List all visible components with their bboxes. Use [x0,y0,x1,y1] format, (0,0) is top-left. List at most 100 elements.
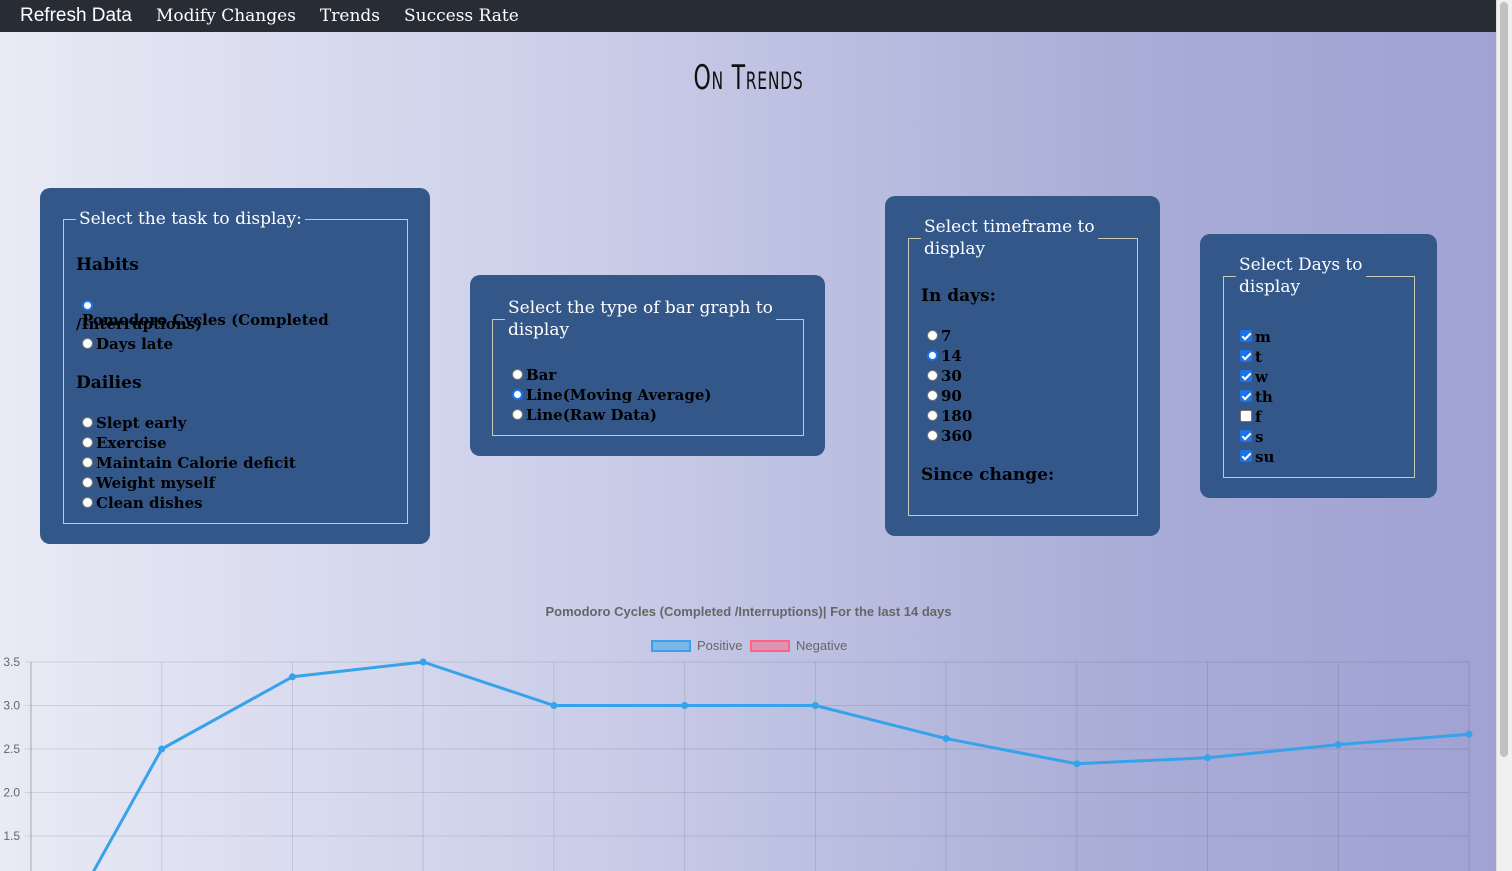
graph-option-raw-data[interactable]: Line(Raw Data) [512,406,657,424]
timeframe-label: 180 [941,407,973,425]
y-tick-label: 3.0 [3,699,20,713]
timeframe-option[interactable]: 90 [927,387,962,405]
line-chart: 3.5 3.0 2.5 2.0 1.5 [3,655,1473,871]
radio-360[interactable] [927,430,938,441]
day-label: m [1255,328,1271,346]
radio-14[interactable] [927,350,938,361]
day-label: f [1255,408,1262,426]
day-option-t[interactable]: t [1240,348,1262,366]
y-tick-label: 2.0 [3,786,20,800]
graph-option-label: Bar [526,366,557,384]
daily-label: Clean dishes [96,494,203,512]
data-point[interactable] [811,702,819,709]
radio-days-late[interactable] [82,338,93,349]
daily-option[interactable]: Slept early [82,414,186,432]
scrollbar-thumb[interactable] [1500,2,1508,757]
checkbox-f[interactable] [1240,410,1252,422]
days-card: Select Days to display m t w th f s su [1200,234,1437,498]
timeframe-option[interactable]: 14 [927,347,962,365]
nav-trends[interactable]: Trends [320,6,380,26]
radio-180[interactable] [927,410,938,421]
radio-raw-data[interactable] [512,409,523,420]
radio-exercise[interactable] [82,437,93,448]
radio-7[interactable] [927,330,938,341]
data-point[interactable] [942,735,950,743]
y-tick-label: 1.5 [3,829,20,843]
radio-90[interactable] [927,390,938,401]
timeframe-legend: Select timeframe to display [924,217,1095,259]
daily-option[interactable]: Clean dishes [82,494,203,512]
habits-title: Habits [76,255,139,275]
y-tick-label: 2.5 [3,742,20,756]
checkbox-m[interactable] [1240,330,1252,342]
since-change-title: Since change: [921,465,1055,485]
data-point[interactable] [1465,730,1473,738]
nav-refresh-data[interactable]: Refresh Data [20,5,132,27]
timeframe-option[interactable]: 7 [927,327,951,345]
days-legend: Select Days to display [1239,255,1363,297]
timeframe-label: 90 [941,387,962,405]
dailies-title: Dailies [76,373,142,393]
data-point[interactable] [1073,760,1081,768]
timeframe-label: 30 [941,367,962,385]
task-select-card: Select the task to display: Habits Pomod… [40,188,430,544]
radio-clean-dishes[interactable] [82,497,93,508]
graph-type-legend: Select the type of bar graph to display [508,298,773,340]
page-title: On Trends [693,58,804,98]
day-label: w [1255,368,1268,386]
timeframe-label: 360 [941,427,973,445]
scrollbar[interactable] [1496,0,1512,871]
radio-bar[interactable] [512,369,523,380]
radio-30[interactable] [927,370,938,381]
radio-weight-myself[interactable] [82,477,93,488]
daily-option[interactable]: Weight myself [82,474,215,492]
timeframe-option[interactable]: 180 [927,407,972,425]
habit-label-days-late: Days late [96,335,173,353]
day-option-m[interactable]: m [1240,328,1271,346]
radio-moving-average[interactable] [512,389,523,400]
timeframe-option[interactable]: 360 [927,427,972,445]
data-point[interactable] [550,702,558,709]
daily-label: Weight myself [96,474,216,492]
daily-option[interactable]: Exercise [82,434,167,452]
chart-title: Pomodoro Cycles (Completed /Interruption… [545,604,952,619]
in-days-title: In days: [921,286,996,306]
daily-option[interactable]: Maintain Calorie deficit [82,454,296,472]
radio-slept-early[interactable] [82,417,93,428]
data-point[interactable] [158,745,166,753]
y-tick-label: 3.5 [3,655,20,669]
checkbox-su[interactable] [1240,450,1252,462]
nav-modify-changes[interactable]: Modify Changes [156,6,296,26]
graph-option-moving-average[interactable]: Line(Moving Average) [512,386,711,404]
data-point[interactable] [1334,741,1342,749]
daily-label: Exercise [96,434,167,452]
day-label: s [1255,428,1264,446]
graph-option-label: Line(Moving Average) [526,386,712,404]
checkbox-s[interactable] [1240,430,1252,442]
data-point[interactable] [419,658,427,666]
data-point[interactable] [1204,754,1212,762]
timeframe-option[interactable]: 30 [927,367,962,385]
checkbox-th[interactable] [1240,390,1252,402]
data-point[interactable] [288,673,296,681]
timeframe-label: 7 [941,327,952,345]
checkbox-t[interactable] [1240,350,1252,362]
checkbox-w[interactable] [1240,370,1252,382]
graph-option-label: Line(Raw Data) [526,406,657,424]
day-option-su[interactable]: su [1240,448,1274,466]
data-point[interactable] [681,702,689,709]
graph-option-bar[interactable]: Bar [512,366,556,384]
day-option-th[interactable]: th [1240,388,1273,406]
habit-label-pomodoro-line2: /Interruptions) [76,315,203,333]
habit-option-days-late[interactable]: Days late [82,335,173,353]
timeframe-label: 14 [941,347,962,365]
radio-calorie-deficit[interactable] [82,457,93,468]
day-option-w[interactable]: w [1240,368,1268,386]
nav-success-rate[interactable]: Success Rate [404,6,519,26]
series-line-positive [92,660,1470,871]
day-option-f[interactable]: f [1240,408,1261,426]
timeframe-card: Select timeframe to display In days: 7 14… [885,196,1160,536]
radio-pomodoro[interactable] [82,300,93,311]
day-option-s[interactable]: s [1240,428,1263,446]
day-label: t [1255,348,1262,366]
